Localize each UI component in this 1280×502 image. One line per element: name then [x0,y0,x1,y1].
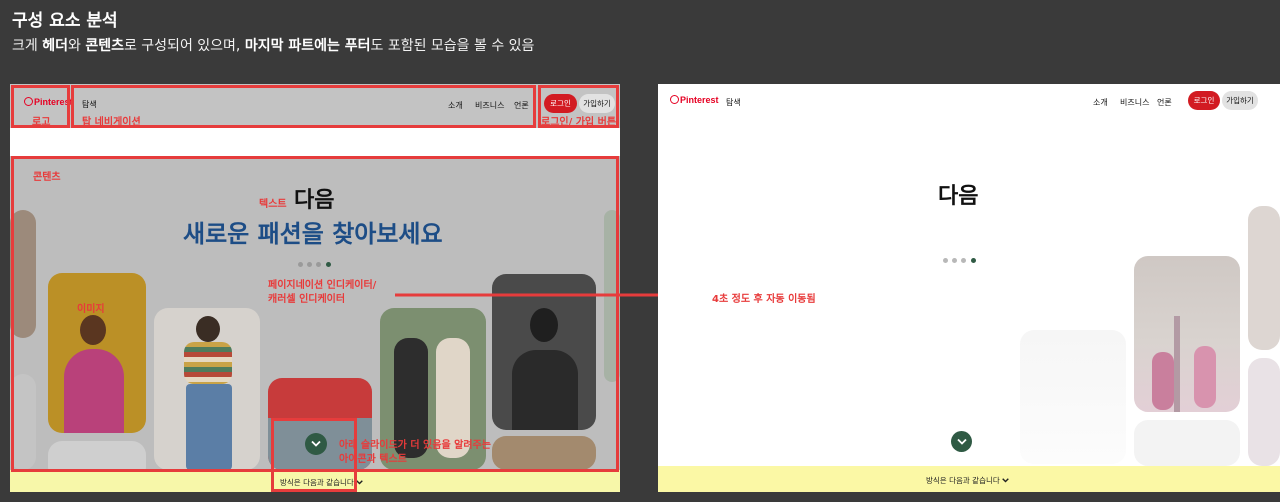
image-card [1248,206,1280,350]
sub-header: 헤더 [42,38,68,54]
carousel-dot-4[interactable] [971,258,976,263]
sub-text-2: 와 [67,38,86,54]
nav-press[interactable]: 언론 [1157,97,1172,108]
sub-text-3: 로 구성되어 있으며, [123,38,245,54]
annotation-image: 이미지 [77,304,105,315]
pinterest-logo[interactable]: Pinterest [670,95,719,105]
annotation-more-2: 아이콘과 텍스트 [339,454,407,465]
annotation-text: 텍스트 [259,199,287,210]
plant-stem [1174,316,1180,412]
nav-explore[interactable]: 탐색 [726,97,741,108]
image-card [1134,420,1240,466]
arrow-right-icon [395,279,691,311]
flower [1194,346,1216,408]
annotation-indicator-2: 캐러셀 인디케이터 [268,294,346,305]
chevron-down-icon [1002,478,1009,483]
annotation-more-1: 아래 슬라이드가 더 있음을 알려주는 [339,440,491,451]
annotation-top-nav: 탑 네비게이션 [82,117,141,128]
carousel-dot-1[interactable] [943,258,948,263]
sub-text-1: 크게 [12,38,43,54]
flower [1152,352,1174,410]
slide-title: 구성 요소 분석 [12,11,118,31]
chevron-down-icon [956,438,967,445]
chevron-down-icon [356,480,363,485]
image-card [1248,358,1280,466]
logo-text: Pinterest [680,95,719,105]
carousel-dot-2[interactable] [952,258,957,263]
footer-label: 방식은 다음과 같습니다 [926,476,1000,485]
signup-button[interactable]: 가입하기 [1222,91,1258,110]
slide-subtitle: 크게 헤더와 콘텐츠로 구성되어 있으며, 마지막 파트에는 푸터도 포함된 모… [12,35,534,55]
image-card [1020,330,1126,464]
image-card [1134,256,1240,412]
footer-bar: 방식은 다음과 같습니다 [658,466,1280,492]
footer-text[interactable]: 방식은 다음과 같습니다 [926,475,1009,486]
scroll-down-button[interactable] [951,431,972,452]
annotation-login-signup: 로그인/ 가입 버튼 [541,117,617,128]
carousel-dot-3[interactable] [961,258,966,263]
pinterest-logo-icon [670,95,679,104]
sub-text-4: 도 포함된 모습을 볼 수 있음 [370,38,535,54]
clean-screenshot: Pinterest 탐색 소개 비즈니스 언론 로그인 가입하기 다음 4초 정… [658,84,1280,492]
sub-last: 마지막 파트에는 푸터 [244,38,371,54]
annotation-indicator-1: 페이지네이션 인디케이터/ [268,280,377,291]
annotation-contents: 콘텐츠 [33,172,61,183]
nav-about[interactable]: 소개 [1093,97,1108,108]
sub-contents: 콘텐츠 [85,38,124,54]
nav-business[interactable]: 비즈니스 [1120,97,1149,108]
login-button[interactable]: 로그인 [1188,91,1220,110]
headline-next: 다음 [938,184,979,209]
annotation-logo: 로고 [32,117,51,128]
annotation-auto-slide: 4초 정도 후 자동 이동됨 [712,294,816,305]
